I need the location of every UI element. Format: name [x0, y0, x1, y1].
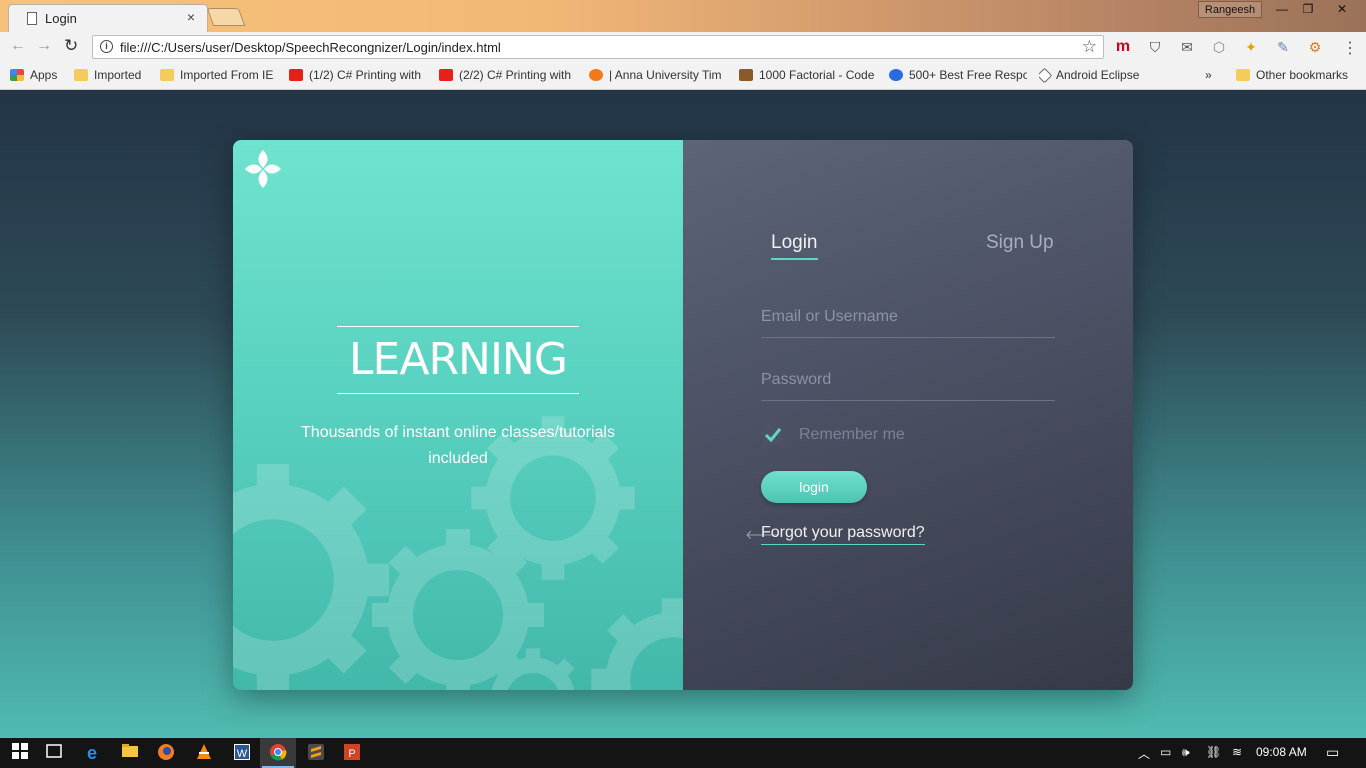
tab-close-icon[interactable]: × [187, 9, 195, 25]
email-field-wrapper [761, 302, 1055, 338]
remember-label: Remember me [799, 426, 905, 443]
url-text[interactable]: file:///C:/Users/user/Desktop/SpeechReco… [120, 40, 501, 55]
extension-mail-icon[interactable]: ✉ [1178, 38, 1196, 56]
page-viewport: LEARNING Thousands of instant online cla… [0, 90, 1366, 738]
youtube-icon [289, 69, 303, 81]
vlc-icon[interactable] [194, 743, 214, 763]
bookmark-1000-factorial[interactable]: 1000 Factorial - Code [739, 68, 877, 84]
bookmark-star-icon[interactable]: ☆ [1082, 37, 1097, 57]
bookmarks-overflow-icon[interactable]: » [1205, 68, 1219, 84]
bookmark-folder-imported[interactable]: Imported [74, 68, 154, 84]
info-icon[interactable]: i [100, 40, 113, 53]
tray-up-chevron-icon[interactable]: ︿ [1138, 745, 1150, 762]
powerpoint-icon[interactable]: P [342, 743, 362, 763]
taskbar-clock[interactable]: 09:08 AM [1256, 745, 1307, 759]
folder-icon [1236, 69, 1250, 81]
restore-button[interactable]: ❐ [1294, 1, 1322, 18]
browser-tab[interactable]: Login × [8, 4, 208, 32]
bookmark-android-eclipse[interactable]: Android Eclipse [1039, 68, 1169, 84]
password-field-wrapper [761, 365, 1055, 401]
folder-icon [74, 69, 88, 81]
hero-panel: LEARNING Thousands of instant online cla… [233, 140, 683, 690]
login-card: LEARNING Thousands of instant online cla… [233, 140, 1133, 690]
tab-login[interactable]: Login [771, 232, 818, 260]
extension-colorful-icon[interactable]: ✦ [1242, 38, 1260, 56]
youtube-icon [439, 69, 453, 81]
login-button[interactable]: login [761, 471, 867, 503]
firefox-icon[interactable] [156, 743, 176, 763]
sublime-icon[interactable] [306, 743, 326, 763]
wifi-icon[interactable]: ≋ [1232, 745, 1242, 759]
extension-lamp-icon[interactable]: ⛉ [1146, 38, 1164, 56]
tab-signup[interactable]: Sign Up [986, 232, 1054, 254]
vpn-icon[interactable]: ⛓ [1206, 745, 1221, 759]
browser-titlebar: Login × Rangeesh — ❐ ✕ [0, 0, 1366, 32]
checkmark-icon [764, 428, 782, 443]
task-view-icon[interactable] [44, 743, 64, 763]
hero-subtitle: Thousands of instant online classes/tuto… [301, 424, 615, 467]
folder-icon [160, 69, 174, 81]
extension-settings-icon[interactable]: ⚙ [1306, 38, 1324, 56]
chrome-icon[interactable] [268, 743, 288, 763]
diamond-icon [1039, 68, 1053, 84]
c-badge-icon [889, 69, 903, 81]
bookmark-best-free-responsive[interactable]: 500+ Best Free Respo [889, 68, 1027, 84]
windows-start-icon[interactable] [10, 743, 30, 763]
chef-icon [739, 69, 753, 81]
hero-title: LEARNING [337, 326, 579, 394]
logo-icon [245, 150, 281, 188]
forward-icon[interactable]: → [36, 37, 52, 55]
new-tab-button[interactable] [206, 8, 246, 26]
page-icon [27, 12, 37, 25]
battery-icon[interactable]: ▭ [1160, 745, 1171, 759]
address-bar[interactable]: i file:///C:/Users/user/Desktop/SpeechRe… [92, 35, 1104, 59]
bookmark-anna-university[interactable]: | Anna University Tim [589, 68, 727, 84]
remember-checkbox[interactable] [763, 425, 783, 445]
windows-taskbar: e W P ︿ ▭ 🕪 ⛓ ≋ 09:08 AM ▭ [0, 738, 1366, 768]
reload-icon[interactable]: ↻ [64, 36, 78, 56]
bookmark-csharp-printing-1[interactable]: (1/2) C# Printing with [289, 68, 427, 84]
chrome-menu-icon[interactable]: ⋮ [1342, 38, 1358, 58]
bookmark-csharp-printing-2[interactable]: (2/2) C# Printing with [439, 68, 577, 84]
profile-button[interactable]: Rangeesh [1198, 1, 1262, 18]
svg-text:W: W [237, 748, 248, 760]
apps-grid-icon [10, 69, 24, 81]
bookmarks-bar: Apps Imported Imported From IE (1/2) C# … [0, 62, 1366, 90]
login-panel: Login Sign Up Remember me login 🡐 Forgo [683, 140, 1133, 690]
tab-title: Login [45, 11, 77, 26]
forgot-password-link[interactable]: Forgot your password? [761, 524, 925, 545]
bookmark-folder-imported-ie[interactable]: Imported From IE [160, 68, 278, 84]
minimize-button[interactable]: — [1268, 1, 1296, 18]
bookmark-other-bookmarks[interactable]: Other bookmarks [1236, 68, 1360, 84]
password-field[interactable] [761, 365, 1055, 395]
browser-toolbar: ← → ↻ i file:///C:/Users/user/Desktop/Sp… [0, 32, 1366, 62]
file-explorer-icon[interactable] [120, 743, 140, 763]
close-window-button[interactable]: ✕ [1322, 1, 1362, 18]
back-icon[interactable]: ← [10, 37, 26, 55]
word-icon[interactable]: W [232, 743, 252, 763]
bookmark-apps[interactable]: Apps [10, 68, 68, 84]
svg-text:P: P [348, 748, 355, 760]
extension-m-icon[interactable]: m [1114, 38, 1132, 56]
extension-cube-icon[interactable]: ⬡ [1210, 38, 1228, 56]
email-field[interactable] [761, 302, 1055, 332]
flame-icon [589, 69, 603, 81]
action-center-icon[interactable]: ▭ [1326, 744, 1339, 761]
extension-eyedropper-icon[interactable]: ✎ [1274, 38, 1292, 56]
volume-icon[interactable]: 🕪 [1182, 745, 1190, 760]
edge-icon[interactable]: e [82, 743, 102, 763]
gears-illustration [233, 140, 683, 690]
